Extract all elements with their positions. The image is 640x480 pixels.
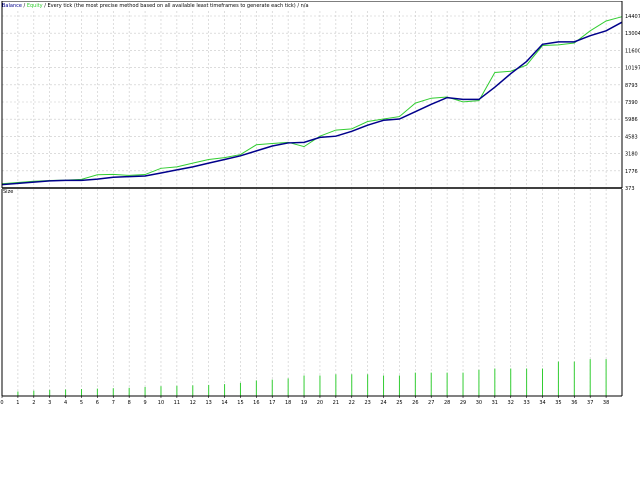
- x-tick-label: 31: [492, 400, 498, 406]
- main-y-tick-label: 373: [625, 186, 635, 192]
- x-tick-label: 15: [237, 400, 243, 406]
- x-tick-label: 33: [523, 400, 529, 406]
- x-tick-label: 35: [555, 400, 561, 406]
- size-panel-title: Size: [3, 189, 13, 195]
- x-tick-label: 25: [396, 400, 402, 406]
- main-y-tick-label: 7390: [625, 100, 638, 106]
- x-tick-label: 27: [428, 400, 434, 406]
- balance-equity-panel: 14407 13004 11600 10197 8793 7390 5986 4583 3180…: [1, 1, 640, 192]
- legend-model: Every tick (the most precise method base…: [48, 3, 296, 9]
- x-tick-label: 5: [80, 400, 83, 406]
- main-y-tick-label: 8793: [625, 83, 638, 89]
- x-tick-label: 0: [0, 400, 3, 406]
- x-tick-label: 8: [128, 400, 131, 406]
- x-tick-label: 1: [16, 400, 19, 406]
- x-tick-label: 2: [32, 400, 35, 406]
- size-panel: Size: [1, 189, 623, 397]
- main-y-tick-label: 5986: [625, 117, 638, 123]
- x-tick-label: 16: [253, 400, 259, 406]
- x-tick-label: 21: [333, 400, 339, 406]
- x-tick-label: 6: [96, 400, 99, 406]
- legend-equity: Equity: [27, 3, 43, 9]
- x-tick-label: 10: [158, 400, 164, 406]
- x-tick-label: 34: [539, 400, 545, 406]
- x-tick-label: 4: [64, 400, 67, 406]
- x-tick-label: 20: [317, 400, 323, 406]
- x-axis: 0 1 2 3 4 5 6 7 8 9 10 11 12 13 14 15 16 17 18 19 20 21 22 23 24…: [0, 396, 609, 406]
- main-y-tick-labels: 14407 13004 11600 10197 8793 7390 5986 4583 3180…: [625, 14, 640, 192]
- main-y-tick-label: 14407: [625, 14, 640, 20]
- x-tick-label: 7: [112, 400, 115, 406]
- x-tick-label: 12: [190, 400, 196, 406]
- size-bars: [1, 357, 623, 396]
- balance-line: [1, 21, 623, 186]
- main-y-tick-label: 13004: [625, 31, 640, 37]
- x-tick-label: 24: [380, 400, 386, 406]
- legend-tail: n/a: [301, 3, 309, 9]
- x-tick-label: 17: [269, 400, 275, 406]
- x-tick-label: 23: [364, 400, 370, 406]
- main-y-tick-label: 4583: [625, 134, 638, 140]
- x-tick-label: 9: [143, 400, 146, 406]
- main-y-tick-label: 1776: [625, 169, 638, 175]
- x-tick-label: 37: [587, 400, 593, 406]
- x-tick-label: 38: [603, 400, 609, 406]
- header-legend: Balance / Equity / Every tick (the most …: [2, 3, 309, 9]
- x-tick-label: 26: [412, 400, 418, 406]
- x-tick-label: 30: [476, 400, 482, 406]
- x-tick-label: 22: [349, 400, 355, 406]
- x-tick-label: 3: [48, 400, 51, 406]
- x-tick-label: 32: [508, 400, 514, 406]
- backtest-chart: Balance / Equity / Every tick (the most …: [0, 1, 640, 406]
- size-grid: [1, 189, 623, 396]
- x-tick-label: 36: [571, 400, 577, 406]
- x-tick-label: 29: [460, 400, 466, 406]
- legend-balance: Balance: [2, 3, 22, 9]
- x-tick-label: 13: [205, 400, 211, 406]
- main-y-tick-label: 3180: [625, 152, 638, 158]
- x-tick-label: 14: [221, 400, 227, 406]
- equity-line: [1, 16, 623, 185]
- x-tick-label: 28: [444, 400, 450, 406]
- x-tick-label: 11: [174, 400, 180, 406]
- x-tick-label: 18: [285, 400, 291, 406]
- main-y-tick-label: 10197: [625, 66, 640, 72]
- main-grid: [1, 11, 623, 189]
- x-tick-label: 19: [301, 400, 307, 406]
- main-y-tick-label: 11600: [625, 48, 640, 54]
